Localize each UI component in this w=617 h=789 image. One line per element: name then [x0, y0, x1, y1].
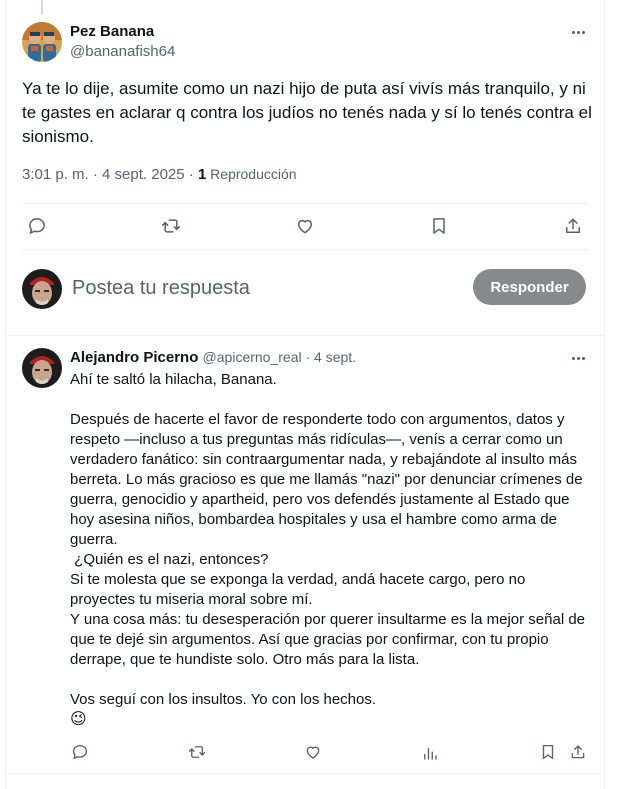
- bookmark-icon[interactable]: [537, 741, 559, 763]
- like-icon[interactable]: [302, 741, 324, 763]
- analytics-icon[interactable]: [419, 742, 441, 764]
- reply-author-avatar[interactable]: [22, 348, 62, 388]
- reply-input[interactable]: Postea tu respuesta: [72, 276, 462, 300]
- reply-icon[interactable]: [69, 741, 91, 763]
- reply-date[interactable]: · 4 sept.: [302, 349, 356, 365]
- reply-author-name[interactable]: Alejandro Picerno: [70, 349, 198, 366]
- author-handle[interactable]: @bananafish64: [70, 43, 175, 60]
- avatar-image-icon: [22, 348, 62, 388]
- more-options-icon[interactable]: [566, 22, 590, 42]
- author-name[interactable]: Pez Banana: [70, 23, 154, 40]
- post-timestamp[interactable]: 3:01 p. m. · 4 sept. 2025 ·: [22, 166, 198, 183]
- author-avatar[interactable]: [22, 22, 62, 62]
- share-icon[interactable]: [562, 215, 584, 237]
- avatar-image-icon: [22, 269, 62, 309]
- reply-icon[interactable]: [26, 215, 48, 237]
- avatar-image-icon: [22, 22, 62, 62]
- section-divider: [5, 335, 605, 336]
- divider: [22, 249, 588, 250]
- wink-emoji: 😉: [70, 711, 87, 728]
- reply-author-handle[interactable]: @apicerno_real: [203, 349, 302, 365]
- bookmark-icon[interactable]: [428, 215, 450, 237]
- divider: [22, 203, 588, 204]
- reply-more-options-icon[interactable]: [566, 348, 590, 368]
- retweet-icon[interactable]: [186, 741, 208, 763]
- reply-header: Alejandro Picerno @apicerno_real · 4 sep…: [70, 349, 356, 366]
- like-icon[interactable]: [294, 215, 316, 237]
- share-icon[interactable]: [567, 741, 589, 763]
- reply-text: Ahí te saltó la hilacha, Banana. Después…: [70, 371, 586, 708]
- post-meta: 3:01 p. m. · 4 sept. 2025 · 1 Reproducci…: [22, 166, 297, 183]
- respond-button[interactable]: Responder: [473, 269, 586, 305]
- thread-connector-line: [41, 0, 43, 14]
- retweet-icon[interactable]: [160, 215, 182, 237]
- post-text: Ya te lo dije, asumite como un nazi hijo…: [22, 79, 592, 146]
- views-label: Reproducción: [206, 166, 297, 182]
- bottom-divider: [5, 773, 605, 774]
- current-user-avatar[interactable]: [22, 269, 62, 309]
